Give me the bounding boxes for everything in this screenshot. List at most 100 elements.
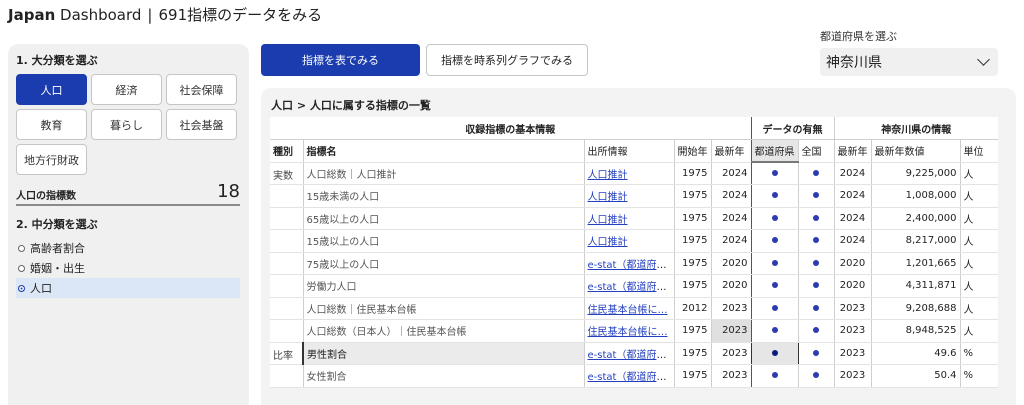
cell-national-available <box>797 342 835 365</box>
cell-prefecture-available <box>750 342 799 365</box>
column-header-start-year[interactable]: 開始年 <box>673 139 711 163</box>
chevron-down-icon <box>977 53 990 66</box>
column-header-prefecture-availability[interactable]: 都道府県 <box>750 139 799 163</box>
category-button-living[interactable]: 暮らし <box>91 109 162 140</box>
cell-name: 75歳以上の人口 <box>302 252 584 275</box>
available-dot-icon <box>813 372 820 379</box>
cell-pref-latest-year: 2020 <box>833 274 872 298</box>
table-row[interactable]: 65歳以上の人口 人口推計 1975 2024 2024 2,400,000 人 <box>270 207 999 230</box>
prefecture-select[interactable]: 神奈川県 <box>820 48 998 76</box>
source-link[interactable]: 人口推計 <box>588 192 628 203</box>
column-header-pref-latest-year[interactable]: 最新年 <box>833 139 872 163</box>
cell-source: e-stat（都道府県… <box>583 342 675 365</box>
source-link[interactable]: 住民基本台帳に… <box>588 327 668 338</box>
category-button-social-security[interactable]: 社会保障 <box>166 74 237 105</box>
available-dot-icon <box>771 170 778 176</box>
source-link[interactable]: 人口推計 <box>588 237 628 248</box>
cell-pref-value: 50.4 <box>870 364 961 388</box>
column-header-source[interactable]: 出所情報 <box>583 139 674 163</box>
subcategory-option-population[interactable]: 人口 <box>16 278 240 298</box>
cell-kind <box>270 207 303 230</box>
source-link[interactable]: e-stat（都道府県… <box>588 282 675 293</box>
cell-unit: 人 <box>959 274 999 298</box>
view-table-button[interactable]: 指標を表でみる <box>261 44 420 76</box>
available-dot-icon <box>813 192 820 199</box>
cell-unit: 人 <box>959 319 999 343</box>
cell-kind <box>270 364 303 388</box>
radio-icon <box>18 244 25 252</box>
category-button-local-finance[interactable]: 地方行財政 <box>16 144 87 175</box>
cell-kind: 比率 <box>270 342 303 365</box>
available-dot-icon <box>771 192 778 199</box>
cell-pref-value: 2,400,000 <box>870 207 961 230</box>
column-header-national-availability[interactable]: 全国 <box>797 139 835 163</box>
cell-national-available <box>797 162 835 185</box>
available-dot-icon <box>771 349 778 356</box>
subcategory-option-marriage-birth[interactable]: 婚姻・出生 <box>16 258 240 278</box>
available-dot-icon <box>771 372 778 379</box>
source-link[interactable]: 人口推計 <box>588 170 628 181</box>
cell-kind <box>270 252 303 275</box>
available-dot-icon <box>813 169 820 176</box>
category-button-infrastructure[interactable]: 社会基盤 <box>166 109 237 140</box>
indicator-count: 人口の指標数 18 <box>16 181 240 206</box>
cell-source: 人口推計 <box>583 207 674 230</box>
source-link[interactable]: 人口推計 <box>588 215 628 226</box>
cell-latest-year: 2020 <box>710 252 752 275</box>
cell-unit: 人 <box>959 252 999 275</box>
cell-name: 男性割合 <box>302 342 584 365</box>
table-row[interactable]: 女性割合 e-stat（都道府県… 1975 2023 2023 50.4 % <box>270 364 999 388</box>
source-link[interactable]: e-stat（都道府県… <box>588 350 675 361</box>
table-row[interactable]: 15歳未満の人口 人口推計 1975 2024 2024 1,008,000 人 <box>270 184 999 208</box>
cell-pref-value: 1,201,665 <box>870 252 961 275</box>
source-link[interactable]: 住民基本台帳に… <box>588 305 668 316</box>
cell-kind <box>270 184 303 208</box>
table-row-selected[interactable]: 比率 男性割合 e-stat（都道府県… 1975 2023 2023 49.6… <box>270 342 999 365</box>
available-dot-icon <box>771 259 778 266</box>
cell-pref-value: 4,311,871 <box>870 274 961 298</box>
available-dot-icon <box>771 327 778 334</box>
column-header-name[interactable]: 指標名 <box>302 139 584 163</box>
table-row[interactable]: 労働力人口 e-stat（都道府県… 1975 2020 2020 4,311,… <box>270 274 999 298</box>
cell-pref-latest-year: 2024 <box>833 184 872 208</box>
table-row[interactable]: 75歳以上の人口 e-stat（都道府県… 1975 2020 2020 1,2… <box>270 252 999 275</box>
column-header-latest-year[interactable]: 最新年 <box>710 139 752 163</box>
cell-national-available <box>797 274 835 298</box>
category-button-education[interactable]: 教育 <box>16 109 87 140</box>
cell-latest-year: 2023 <box>710 364 752 388</box>
source-link[interactable]: e-stat（都道府県… <box>588 372 675 383</box>
available-dot-icon <box>813 282 820 289</box>
cell-start-year: 1975 <box>673 207 711 230</box>
available-dot-icon <box>813 304 820 311</box>
cell-source: 住民基本台帳に… <box>583 319 674 343</box>
cell-start-year: 1975 <box>673 274 711 298</box>
column-header-kind[interactable]: 種別 <box>270 139 303 163</box>
cell-pref-value: 1,008,000 <box>870 184 961 208</box>
source-link[interactable]: e-stat（都道府県… <box>588 260 675 271</box>
cell-prefecture-available <box>750 162 799 185</box>
view-timeseries-button[interactable]: 指標を時系列グラフでみる <box>426 44 588 76</box>
table-row[interactable]: 実数 人口総数｜人口推計 人口推計 1975 2024 2024 9,225,0… <box>270 162 999 185</box>
app-brand: Japan Dashboard <box>8 6 142 24</box>
cell-unit: % <box>959 342 999 365</box>
cell-pref-latest-year: 2023 <box>833 342 872 365</box>
available-dot-icon <box>813 327 820 334</box>
cell-pref-latest-year: 2023 <box>833 364 872 388</box>
table-row[interactable]: 15歳以上の人口 人口推計 1975 2024 2024 8,217,000 人 <box>270 229 999 253</box>
cell-prefecture-available <box>750 229 799 253</box>
category-button-economy[interactable]: 経済 <box>91 74 162 105</box>
table-row[interactable]: 人口総数（日本人）｜住民基本台帳 住民基本台帳に… 1975 2023 2023… <box>270 319 999 343</box>
header-subtitle: 691指標のデータをみる <box>158 6 323 24</box>
category-button-population[interactable]: 人口 <box>16 74 87 105</box>
cell-unit: 人 <box>959 297 999 320</box>
table-row[interactable]: 人口総数｜住民基本台帳 住民基本台帳に… 2012 2023 2023 9,20… <box>270 297 999 320</box>
cell-kind <box>270 229 303 253</box>
cell-latest-year: 2024 <box>710 184 752 208</box>
cell-pref-latest-year: 2023 <box>833 319 872 343</box>
subcategory-option-elderly-ratio[interactable]: 高齢者割合 <box>16 238 240 258</box>
column-header-pref-latest-value[interactable]: 最新年数値 <box>870 139 961 163</box>
cell-start-year: 1975 <box>673 342 711 365</box>
column-header-unit[interactable]: 単位 <box>959 139 999 163</box>
indicator-panel: 人口 > 人口に属する指標の一覧 収録指標の基本情報 データの有無 神奈川県の情… <box>261 88 1016 405</box>
cell-name: 65歳以上の人口 <box>302 207 584 230</box>
